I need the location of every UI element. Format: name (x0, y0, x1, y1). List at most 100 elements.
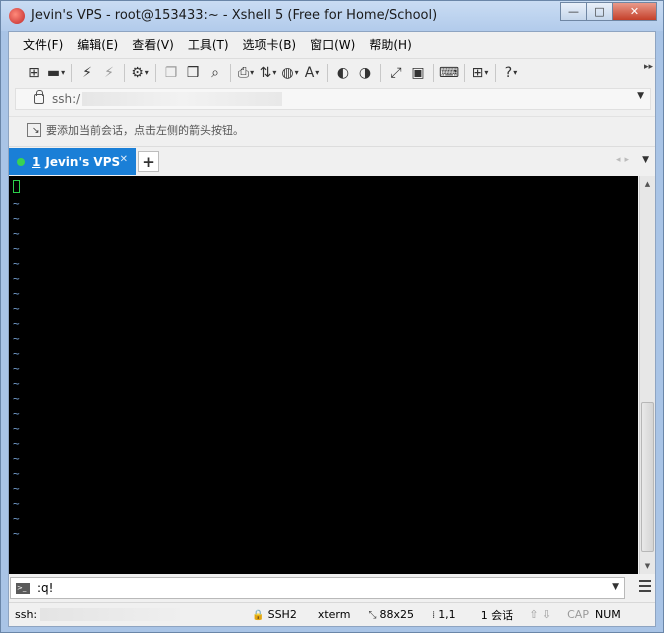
status-sessions: 1 会话 (480, 608, 514, 622)
add-session-arrow-icon[interactable] (27, 122, 41, 137)
scroll-up-icon[interactable]: ▲ (640, 176, 655, 192)
vim-empty-lines: ~ ~ ~ ~ ~ ~ ~ ~ ~ ~ ~ ~ ~ ~ ~ ~ ~ ~ ~ ~ ~ ~ ~ (13, 196, 20, 541)
status-cap: CAP (567, 608, 589, 621)
copy-icon[interactable]: ❐ (160, 62, 182, 84)
lock-icon: 🔒 (252, 610, 265, 621)
vim-tilde-line: ~ (13, 212, 20, 225)
command-input[interactable]: >_ :q! ▼ (10, 577, 625, 599)
xshell-logo-icon (9, 8, 25, 24)
tab-title: Jevin's VPS (45, 154, 121, 169)
font-icon[interactable]: A (301, 62, 323, 84)
tab-number: 1 (32, 154, 41, 169)
menu-tabs[interactable]: 选项卡(B) (243, 36, 297, 53)
status-protocol: SSH2 (267, 608, 297, 621)
toolbar-separator (380, 63, 381, 82)
scroll-down-icon[interactable]: ▼ (640, 558, 655, 574)
tab-scroll-icons[interactable]: ◂▸ (616, 155, 633, 165)
lock-icon (34, 90, 44, 104)
hint-text: 要添加当前会话，点击左侧的箭头按钮。 (46, 123, 244, 137)
vim-tilde-line: ~ (13, 302, 20, 315)
compose-icon[interactable]: ⊞ (469, 62, 491, 84)
status-terminal-type: xterm (317, 608, 351, 621)
vim-tilde-line: ~ (13, 407, 20, 420)
xmanager-icon[interactable]: ◑ (354, 62, 376, 84)
status-size-wrap: ⤡ 88x25 (368, 608, 414, 621)
fullscreen-icon[interactable]: ⤢ (385, 62, 407, 84)
tab-bar: 1 Jevin's VPS ✕ + ◂▸ ▼ (9, 146, 655, 175)
vim-tilde-line: ~ (13, 482, 20, 495)
terminal-screen[interactable]: ~ ~ ~ ~ ~ ~ ~ ~ ~ ~ ~ ~ ~ ~ ~ ~ ~ ~ ~ ~ ~ ~ ~ (9, 176, 638, 574)
vim-tilde-line: ~ (13, 512, 20, 525)
close-tab-icon[interactable]: ✕ (120, 154, 128, 165)
main-frame: 文件(F) 编辑(E) 查看(V) 工具(T) 选项卡(B) 窗口(W) 帮助(… (8, 31, 656, 627)
title-bar[interactable]: Jevin's VPS - root@153433:~ - Xshell 5 (… (1, 1, 663, 31)
vim-tilde-line: ~ (13, 242, 20, 255)
command-history-dropdown-icon[interactable]: ▼ (612, 582, 619, 592)
vim-tilde-line: ~ (13, 377, 20, 390)
vim-tilde-line: ~ (13, 452, 20, 465)
toolbar-separator (155, 63, 156, 82)
paste-icon[interactable]: ❒ (182, 62, 204, 84)
connection-status-icon (17, 157, 25, 166)
globe-icon[interactable]: ◍ (279, 62, 301, 84)
menu-edit[interactable]: 编辑(E) (77, 36, 118, 53)
toolbar: ⊞ ▬ ⚡ ⚡ ⚙ ❐ ❒ ⌕ ⎙ ⇅ ◍ A ◐ ◑ ⤢ ▣ ⌨ ⊞ (9, 58, 655, 86)
terminal-scrollbar[interactable]: ▲ ▼ (639, 176, 655, 574)
vim-tilde-line: ~ (13, 362, 20, 375)
connect-icon[interactable]: ⚡ (76, 62, 98, 84)
toolbar-separator (495, 63, 496, 82)
vim-tilde-line: ~ (13, 347, 20, 360)
vim-tilde-line: ~ (13, 287, 20, 300)
status-connection: ssh: (15, 608, 38, 621)
window-title: Jevin's VPS - root@153433:~ - Xshell 5 (… (31, 8, 438, 23)
tab-list-dropdown-icon[interactable]: ▼ (642, 155, 649, 165)
vim-tilde-line: ~ (13, 467, 20, 480)
minimize-button[interactable]: — (560, 2, 587, 21)
keyboard-icon[interactable]: ⌨ (438, 62, 460, 84)
command-prompt-icon: >_ (16, 582, 30, 594)
vim-tilde-line: ~ (13, 272, 20, 285)
vim-tilde-line: ~ (13, 197, 20, 210)
session-nav-icons[interactable]: ⇧ ⇩ (529, 608, 551, 621)
close-button[interactable]: ✕ (612, 2, 657, 21)
print-icon[interactable]: ⎙ (235, 62, 257, 84)
open-folder-icon[interactable]: ▬ (45, 62, 67, 84)
scrollbar-thumb[interactable] (641, 402, 654, 552)
command-text: :q! (37, 581, 54, 595)
vim-tilde-line: ~ (13, 392, 20, 405)
menu-view[interactable]: 查看(V) (132, 36, 174, 53)
session-properties-icon[interactable]: ⚙ (129, 62, 151, 84)
transfer-icon[interactable]: ⇅ (257, 62, 279, 84)
address-dropdown-icon[interactable]: ▼ (637, 91, 644, 101)
help-icon[interactable]: ? (500, 62, 522, 84)
find-icon[interactable]: ⌕ (204, 62, 226, 84)
menu-bar: 文件(F) 编辑(E) 查看(V) 工具(T) 选项卡(B) 窗口(W) 帮助(… (9, 32, 655, 56)
vim-tilde-line: ~ (13, 227, 20, 240)
vim-tilde-line: ~ (13, 332, 20, 345)
new-tab-button[interactable]: + (138, 151, 159, 172)
address-bar[interactable]: ssh:/ ▼ (15, 88, 651, 110)
menu-window[interactable]: 窗口(W) (310, 36, 355, 53)
terminal-cursor (13, 180, 20, 193)
xftp-icon[interactable]: ◐ (332, 62, 354, 84)
menu-file[interactable]: 文件(F) (23, 36, 63, 53)
session-hint-bar: 要添加当前会话，点击左侧的箭头按钮。 (9, 116, 655, 142)
toolbar-overflow-icon[interactable]: ▸▸ (644, 62, 653, 72)
toolbar-separator (71, 63, 72, 82)
disconnect-icon[interactable]: ⚡ (98, 62, 120, 84)
menu-tools[interactable]: 工具(T) (188, 36, 229, 53)
new-session-icon[interactable]: ⊞ (23, 62, 45, 84)
status-protocol-wrap: 🔒 SSH2 (252, 608, 297, 621)
toolbar-separator (464, 63, 465, 82)
compose-menu-icon[interactable] (639, 580, 651, 592)
tab-jevins-vps[interactable]: 1 Jevin's VPS ✕ (9, 148, 136, 175)
status-position-wrap: ⁞ 1,1 (432, 608, 456, 621)
resize-icon: ⤡ (368, 610, 377, 621)
vim-tilde-line: ~ (13, 422, 20, 435)
lock-screen-icon[interactable]: ▣ (407, 62, 429, 84)
toolbar-separator (124, 63, 125, 82)
address-text: ssh:/ (52, 92, 81, 106)
menu-help[interactable]: 帮助(H) (369, 36, 411, 53)
maximize-button[interactable]: □ (586, 2, 613, 21)
toolbar-separator (230, 63, 231, 82)
